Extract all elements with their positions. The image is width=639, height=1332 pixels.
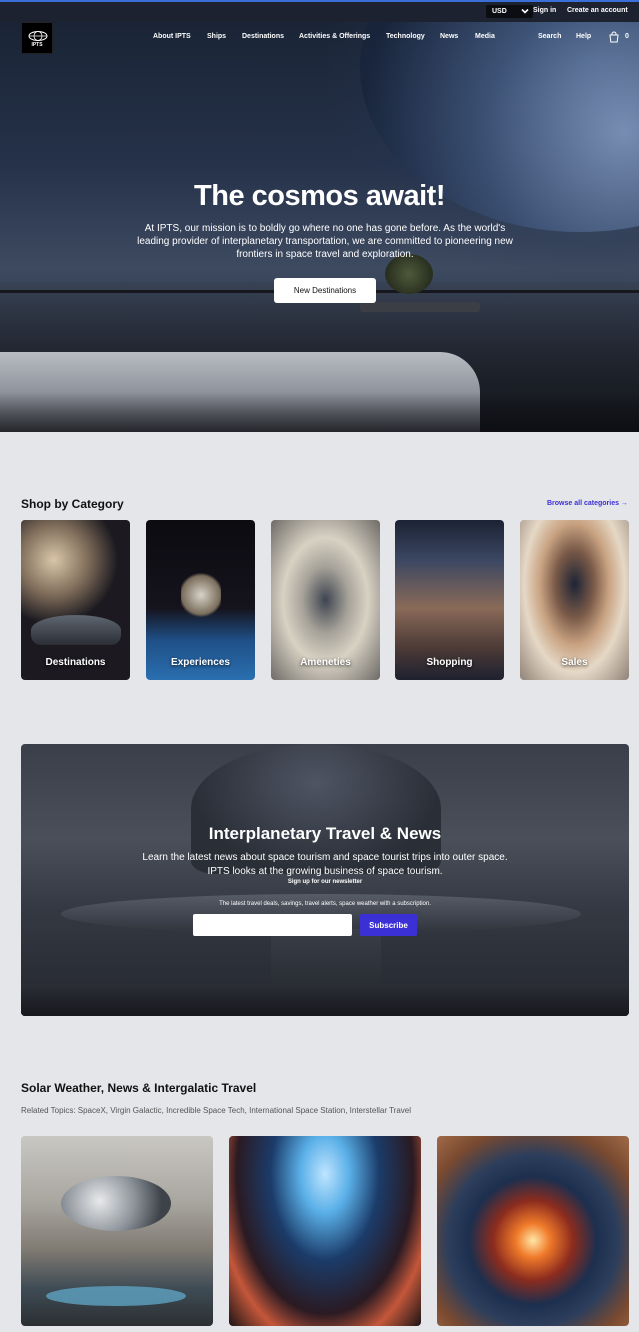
logo-globe-icon [28, 31, 48, 41]
nav-media[interactable]: Media [475, 33, 495, 40]
search-link[interactable]: Search [538, 33, 561, 40]
nav-about-ipts[interactable]: About IPTS [153, 33, 191, 40]
news-card-spaceship[interactable] [21, 1136, 213, 1326]
newsletter-title: Interplanetary Travel & News [208, 824, 442, 843]
category-label: Sales [561, 657, 588, 668]
newsletter-note: The latest travel deals, savings, travel… [219, 901, 431, 907]
sign-in-link[interactable]: Sign in [533, 7, 556, 14]
category-label: Ameneties [300, 657, 351, 668]
shopping-bag-icon[interactable] [608, 31, 620, 43]
logo-text: IPTS [31, 42, 43, 48]
currency-value: USD [492, 8, 507, 15]
subscribe-button[interactable]: Subscribe [360, 914, 417, 936]
news-card-solar-weather[interactable] [437, 1136, 629, 1326]
chevron-down-icon [521, 8, 529, 14]
create-account-link[interactable]: Create an account [567, 7, 628, 14]
newsletter-email-input[interactable] [193, 914, 352, 936]
hero-description: At IPTS, our mission is to boldly go whe… [137, 223, 513, 260]
category-label: Destinations [45, 657, 106, 668]
category-card-experiences[interactable]: Experiences [146, 520, 255, 680]
currency-select[interactable]: USD [486, 5, 533, 18]
newsletter-description: Learn the latest news about space touris… [142, 852, 508, 877]
newsletter-banner: Interplanetary Travel & News Learn the l… [21, 744, 629, 1016]
news-heading: Solar Weather, News & Intergalatic Trave… [21, 1081, 257, 1095]
newsletter-signup-label: Sign up for our newsletter [287, 879, 363, 885]
category-card-shopping[interactable]: Shopping [395, 520, 504, 680]
help-link[interactable]: Help [576, 33, 591, 40]
nav-destinations[interactable]: Destinations [242, 33, 284, 40]
category-label: Shopping [426, 657, 473, 668]
browse-all-categories-link[interactable]: Browse all categories → [547, 500, 628, 507]
category-card-destinations[interactable]: Destinations [21, 520, 130, 680]
news-card-space-station[interactable] [229, 1136, 421, 1326]
nav-activities-offerings[interactable]: Activities & Offerings [299, 33, 370, 40]
ipts-logo[interactable]: IPTS [21, 22, 53, 54]
cart-count: 0 [625, 33, 629, 40]
category-label: Experiences [171, 657, 230, 668]
hero-title: The cosmos await! [194, 180, 445, 212]
nav-technology[interactable]: Technology [386, 33, 425, 40]
new-destinations-button[interactable]: New Destinations [274, 278, 376, 303]
nav-ships[interactable]: Ships [207, 33, 226, 40]
category-card-sales[interactable]: Sales [520, 520, 629, 680]
category-card-ameneties[interactable]: Ameneties [271, 520, 380, 680]
shop-by-category-heading: Shop by Category [21, 497, 124, 511]
nav-news[interactable]: News [440, 33, 458, 40]
related-topics: Related Topics: SpaceX, Virgin Galactic,… [21, 1106, 411, 1115]
